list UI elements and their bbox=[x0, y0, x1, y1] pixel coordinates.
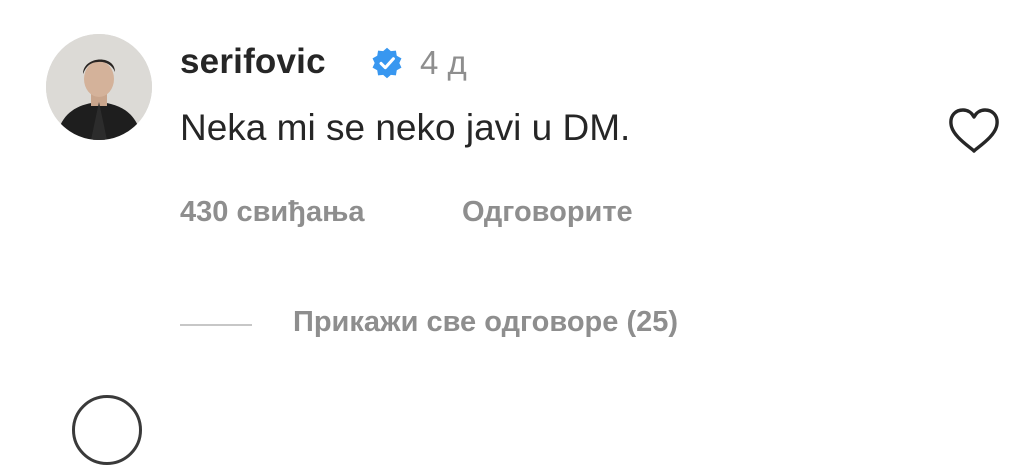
heart-outline-icon bbox=[949, 108, 999, 153]
replies-divider-line bbox=[180, 324, 252, 326]
likes-count-button[interactable]: 430 свиђања bbox=[180, 196, 364, 229]
avatar[interactable] bbox=[46, 34, 152, 140]
comment-item: serifovic 4 д Neka mi se neko javi u DM.… bbox=[0, 0, 1024, 465]
verified-badge-icon bbox=[372, 47, 402, 79]
comment-text: Neka mi se neko javi u DM. bbox=[180, 107, 631, 148]
reply-button[interactable]: Одговорите bbox=[462, 196, 633, 229]
next-comment-avatar[interactable] bbox=[72, 395, 142, 465]
comment-timestamp[interactable]: 4 д bbox=[420, 44, 467, 82]
username-link[interactable]: serifovic bbox=[180, 42, 326, 82]
like-button[interactable] bbox=[946, 106, 1002, 156]
view-replies-label: Прикажи све одговоре (25) bbox=[293, 306, 679, 338]
profile-photo bbox=[46, 34, 152, 140]
